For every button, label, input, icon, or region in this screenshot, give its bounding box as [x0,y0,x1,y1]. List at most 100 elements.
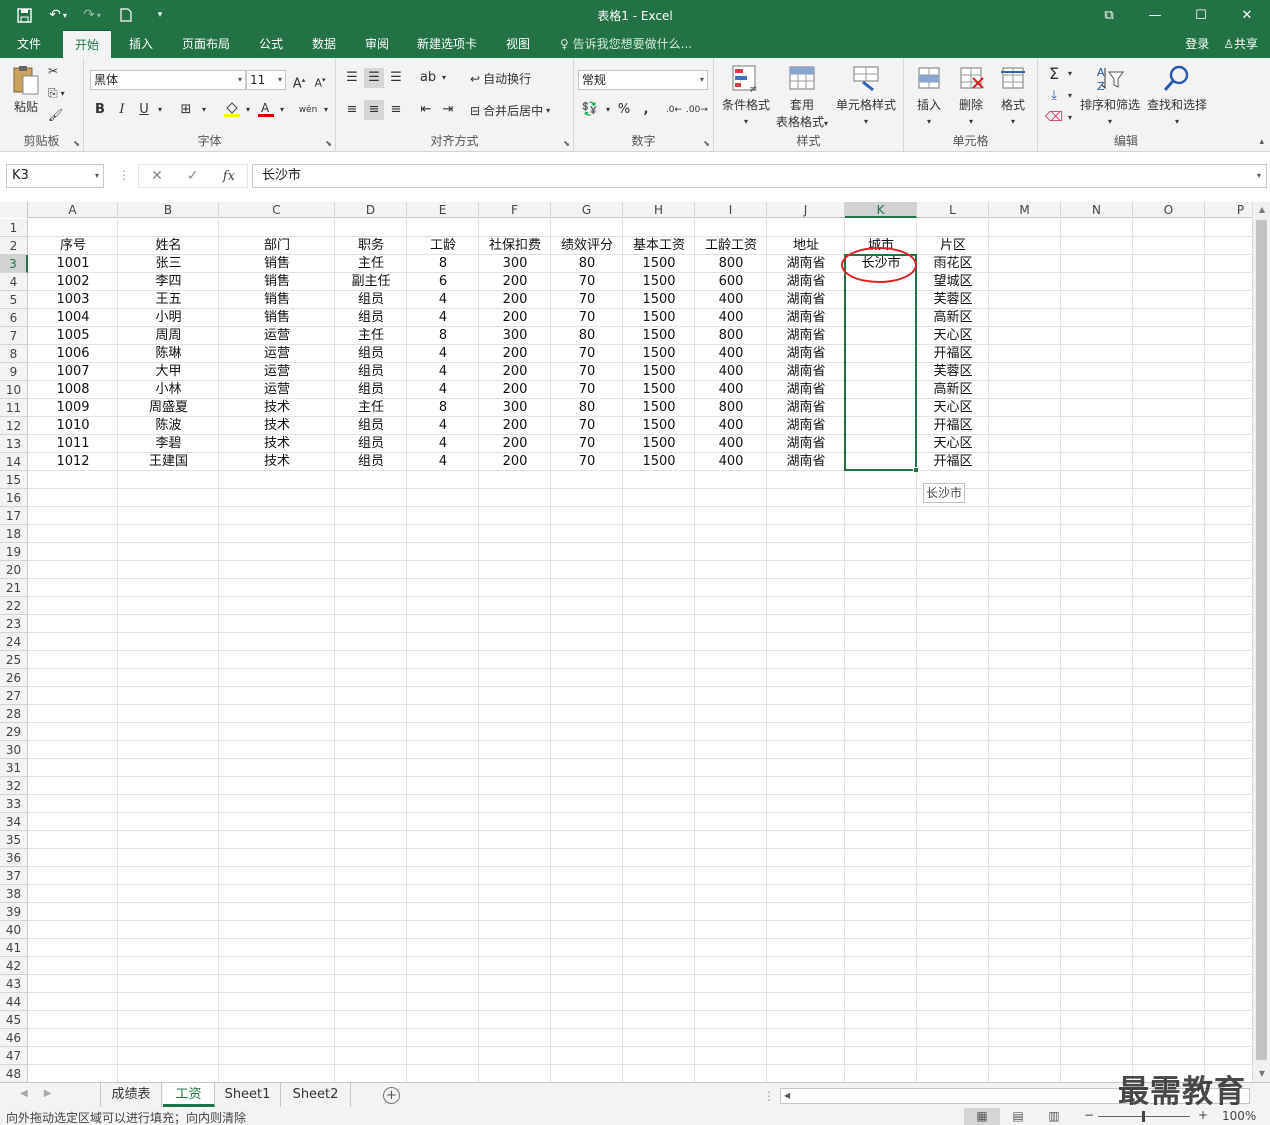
align-right-icon[interactable]: ≡ [386,100,406,120]
dialog-launcher-icon[interactable]: ⬊ [73,139,80,148]
resize-handle-icon[interactable]: ⋮ [118,168,130,182]
cell-f4[interactable]: 200 [479,273,551,291]
cell-j7[interactable]: 湖南省 [767,327,845,345]
cell-d12[interactable]: 组员 [335,417,407,435]
underline-dropdown-icon[interactable]: ▾ [150,100,170,120]
cell-h2[interactable]: 基本工资 [623,237,695,255]
cell-c7[interactable]: 运营 [219,327,335,345]
column-header-a[interactable]: A [28,202,118,218]
cell-c6[interactable]: 销售 [219,309,335,327]
cell-l4[interactable]: 望城区 [917,273,989,291]
cut-icon[interactable]: ✂ [48,64,58,78]
cell-f9[interactable]: 200 [479,363,551,381]
cell-f11[interactable]: 300 [479,399,551,417]
cell-g2[interactable]: 绩效评分 [551,237,623,255]
scroll-down-icon[interactable]: ▼ [1253,1066,1270,1082]
column-header-i[interactable]: I [695,202,767,218]
row-header[interactable]: 21 [0,579,28,597]
cell-e13[interactable]: 4 [407,435,479,453]
cell-f6[interactable]: 200 [479,309,551,327]
cell-j8[interactable]: 湖南省 [767,345,845,363]
row-header[interactable]: 35 [0,831,28,849]
column-header-d[interactable]: D [335,202,407,218]
cell-e3[interactable]: 8 [407,255,479,273]
cell-h4[interactable]: 1500 [623,273,695,291]
row-header[interactable]: 32 [0,777,28,795]
cell-g5[interactable]: 70 [551,291,623,309]
scroll-thumb[interactable] [1256,220,1267,1060]
cell-i6[interactable]: 400 [695,309,767,327]
column-header-g[interactable]: G [551,202,623,218]
decrease-indent-icon[interactable]: ⇤ [416,100,436,120]
cell-j5[interactable]: 湖南省 [767,291,845,309]
cell-l11[interactable]: 天心区 [917,399,989,417]
currency-icon[interactable]: 💱 [580,100,600,120]
cell-d3[interactable]: 主任 [335,255,407,273]
tab-formulas[interactable]: 公式 [247,30,295,58]
paste-button[interactable]: 粘贴 [8,64,44,115]
copy-icon[interactable]: ⎘ ▾ [48,86,65,101]
font-color-dropdown-icon[interactable]: ▾ [272,100,292,120]
cell-l8[interactable]: 开福区 [917,345,989,363]
cell-a5[interactable]: 1003 [28,291,118,309]
fill-color-dropdown-icon[interactable]: ▾ [238,100,258,120]
cell-l14[interactable]: 开福区 [917,453,989,471]
cell-d10[interactable]: 组员 [335,381,407,399]
merge-center-button[interactable]: ⊟ 合并后居中 ▾ [470,102,550,119]
format-cells-button[interactable]: 格式 ▾ [994,64,1032,127]
cell-g8[interactable]: 70 [551,345,623,363]
cell-e9[interactable]: 4 [407,363,479,381]
close-button[interactable]: ✕ [1224,0,1270,30]
worksheet-grid[interactable]: ABCDEFGHIJKLMNOP 1 2 3 4 5 6 7 8 9 10 11 12 13 14 15 16… [0,202,1252,1082]
cell-i5[interactable]: 400 [695,291,767,309]
row-header[interactable]: 46 [0,1029,28,1047]
font-size-select[interactable]: 11 ▾ [246,70,286,90]
tab-page-layout[interactable]: 页面布局 [170,30,242,58]
tab-insert[interactable]: 插入 [117,30,165,58]
row-header[interactable]: 7 [0,327,28,345]
cell-h11[interactable]: 1500 [623,399,695,417]
increase-decimal-icon[interactable]: .0← [664,100,684,120]
cell-h12[interactable]: 1500 [623,417,695,435]
cell-c11[interactable]: 技术 [219,399,335,417]
column-header-c[interactable]: C [219,202,335,218]
cell-area[interactable]: 序号 姓名 部门 职务 工龄 社保扣费 绩效评分 基本工资 工龄工资 地址 城市 片区 1001 张三 销售… [28,219,1252,1082]
cell-c10[interactable]: 运营 [219,381,335,399]
cell-a4[interactable]: 1002 [28,273,118,291]
cell-c3[interactable]: 销售 [219,255,335,273]
cell-e12[interactable]: 4 [407,417,479,435]
cell-h3[interactable]: 1500 [623,255,695,273]
row-header[interactable]: 26 [0,669,28,687]
cell-b5[interactable]: 王五 [118,291,219,309]
signin-link[interactable]: 登录 [1185,30,1209,58]
cell-c9[interactable]: 运营 [219,363,335,381]
cell-l2[interactable]: 片区 [917,237,989,255]
cell-b3[interactable]: 张三 [118,255,219,273]
comma-button[interactable]: , [636,100,656,120]
cell-f7[interactable]: 300 [479,327,551,345]
cell-d11[interactable]: 主任 [335,399,407,417]
column-header-p[interactable]: P [1205,202,1252,218]
row-header[interactable]: 45 [0,1011,28,1029]
orientation-dropdown-icon[interactable]: ▾ [434,68,454,88]
cell-i4[interactable]: 600 [695,273,767,291]
cell-h10[interactable]: 1500 [623,381,695,399]
phonetic-dropdown-icon[interactable]: ▾ [316,100,336,120]
format-as-table-button[interactable]: 套用 表格格式▾ [774,64,830,130]
row-header[interactable]: 15 [0,471,28,489]
align-left-icon[interactable]: ≡ [342,100,362,120]
cell-f14[interactable]: 200 [479,453,551,471]
cell-l12[interactable]: 开福区 [917,417,989,435]
delete-cells-button[interactable]: 删除 ▾ [952,64,990,127]
cell-e4[interactable]: 6 [407,273,479,291]
format-painter-icon[interactable]: 🖌 [48,108,63,122]
formula-input[interactable]: 长沙市 ▾ [252,164,1267,188]
maximize-button[interactable]: ☐ [1178,0,1224,30]
cell-c14[interactable]: 技术 [219,453,335,471]
cell-c8[interactable]: 运营 [219,345,335,363]
cell-g7[interactable]: 80 [551,327,623,345]
row-header[interactable]: 9 [0,363,28,381]
row-header[interactable]: 36 [0,849,28,867]
dialog-launcher-icon[interactable]: ⬊ [703,139,710,148]
cell-j13[interactable]: 湖南省 [767,435,845,453]
